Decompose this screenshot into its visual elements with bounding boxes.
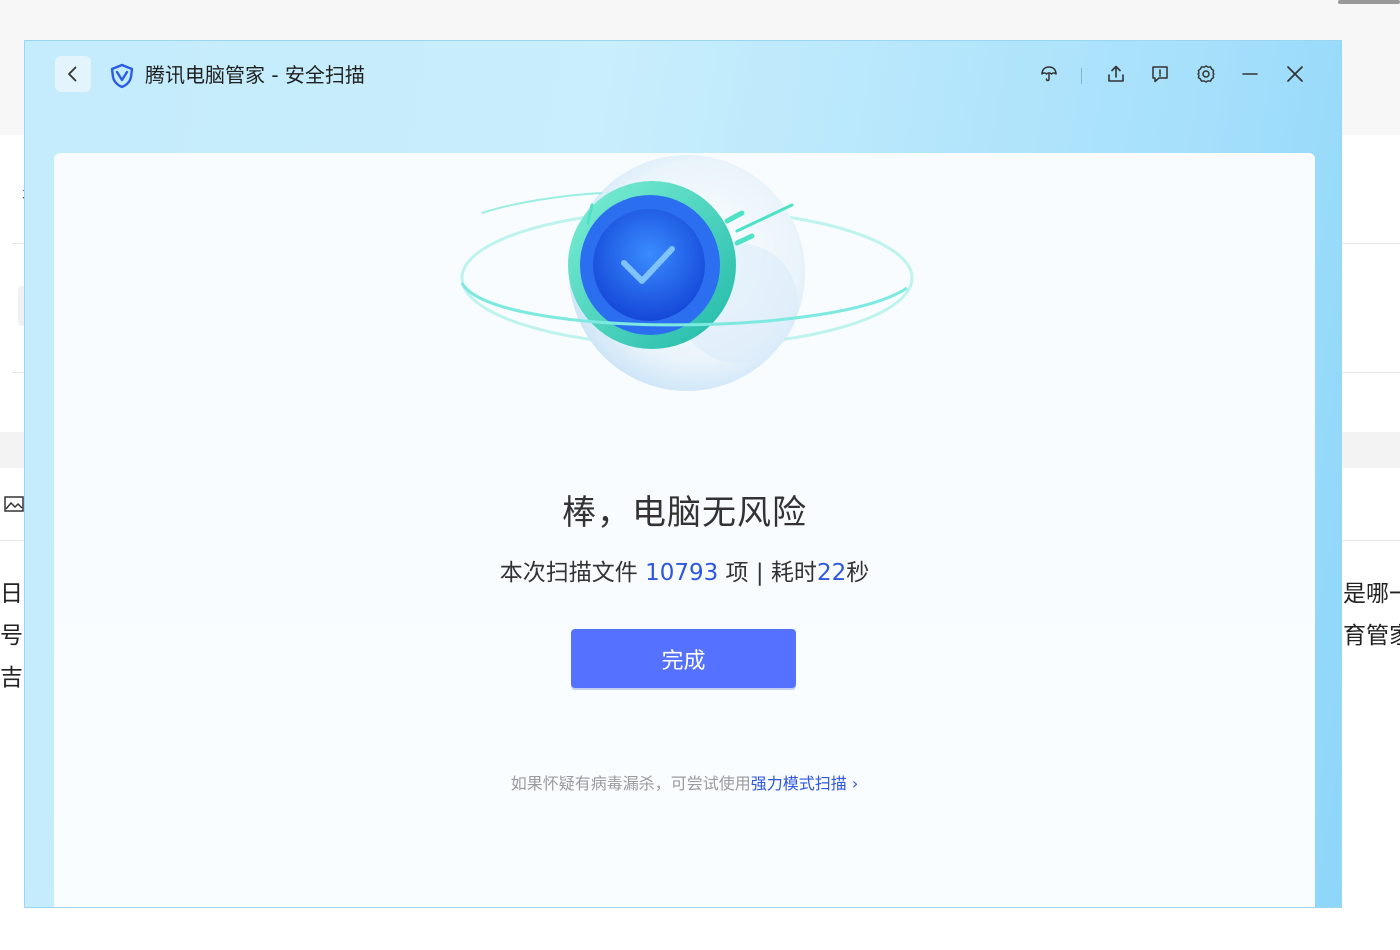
scan-seconds: 22 xyxy=(816,560,847,586)
gear-icon xyxy=(1197,65,1215,83)
background-text: 是哪一 xyxy=(1343,581,1400,607)
stats-mid: 项 | 耗时 xyxy=(718,560,817,586)
back-button[interactable] xyxy=(55,56,91,92)
background-text: 号开 xyxy=(0,623,24,649)
umbrella-button[interactable] xyxy=(1038,63,1060,85)
scan-window: 腾讯电脑管家 - 安全扫描 棒，电脑无风险 本次扫描文件 10793 项 | 耗… xyxy=(24,40,1342,908)
close-button[interactable] xyxy=(1284,63,1306,85)
hint-text: 如果怀疑有病毒漏杀，可尝试使用强力模式扫描 › xyxy=(54,770,1315,794)
feedback-icon xyxy=(1152,66,1168,83)
deep-scan-link[interactable]: 强力模式扫描 › xyxy=(751,774,859,793)
minimize-icon xyxy=(1242,73,1258,75)
window-title: 腾讯电脑管家 - 安全扫描 xyxy=(145,63,365,87)
settings-button[interactable] xyxy=(1195,63,1217,85)
feedback-button[interactable] xyxy=(1149,63,1171,85)
chevron-right-icon: › xyxy=(851,774,859,793)
title-bar: 腾讯电脑管家 - 安全扫描 xyxy=(25,41,1341,111)
result-panel: 棒，电脑无风险 本次扫描文件 10793 项 | 耗时22秒 完成 如果怀疑有病… xyxy=(54,153,1315,907)
image-icon xyxy=(4,496,24,512)
deep-scan-label: 强力模式扫描 xyxy=(750,774,847,793)
background-text: 吉男 xyxy=(0,665,24,691)
background-text: 日， xyxy=(0,581,24,607)
shield-logo-icon xyxy=(110,63,134,89)
background-text: 育管家 xyxy=(1343,623,1400,649)
toolbar-separator xyxy=(1081,68,1082,84)
share-button[interactable] xyxy=(1105,63,1127,85)
hint-message: 如果怀疑有病毒漏杀，可尝试使用 xyxy=(510,774,751,793)
stats-suffix: 秒 xyxy=(846,560,870,586)
umbrella-icon xyxy=(1041,66,1057,82)
share-icon xyxy=(1108,65,1124,82)
background-scrollbar xyxy=(1338,0,1400,4)
file-count: 10793 xyxy=(645,560,719,586)
scan-stats: 本次扫描文件 10793 项 | 耗时22秒 xyxy=(54,553,1315,587)
stats-prefix: 本次扫描文件 xyxy=(499,560,646,586)
done-button[interactable]: 完成 xyxy=(571,629,796,688)
result-heading: 棒，电脑无风险 xyxy=(562,493,807,533)
back-icon xyxy=(68,66,77,82)
safe-check-illustration xyxy=(460,155,914,391)
minimize-button[interactable] xyxy=(1239,63,1261,85)
close-icon xyxy=(1287,66,1303,82)
